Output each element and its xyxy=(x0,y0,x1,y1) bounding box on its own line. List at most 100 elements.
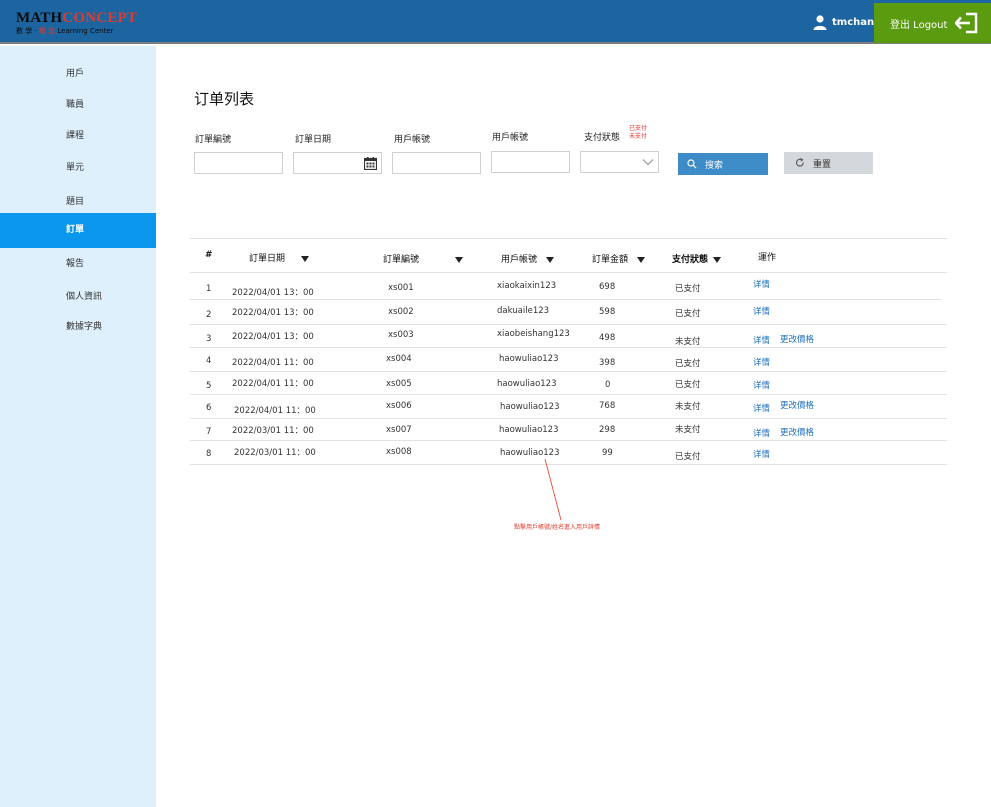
search-button[interactable]: 搜索 xyxy=(678,153,768,175)
account-input-1[interactable] xyxy=(392,152,481,174)
cell-account[interactable]: xiaokaixin123 xyxy=(497,281,556,291)
user-icon xyxy=(813,15,827,30)
cell-num: 6 xyxy=(206,403,212,413)
sidebar-item-dictionary[interactable]: 數據字典 xyxy=(0,317,156,337)
col-header-date[interactable]: 訂單日期 xyxy=(249,251,310,264)
cell-order: xs005 xyxy=(386,379,412,389)
cell-status: 已支付 xyxy=(675,359,701,369)
change-price-link[interactable]: 更改價格 xyxy=(780,426,814,438)
cell-amount: 0 xyxy=(605,380,611,390)
sidebar-item-units[interactable]: 單元 xyxy=(0,158,156,178)
cell-order: xs006 xyxy=(386,401,412,411)
sort-arrow-icon[interactable] xyxy=(637,256,646,263)
cell-status: 已支付 xyxy=(675,284,701,294)
sort-arrow-icon[interactable] xyxy=(455,256,464,263)
cell-order: xs003 xyxy=(388,330,414,340)
row-divider xyxy=(190,440,947,441)
sidebar-item-users[interactable]: 用戶 xyxy=(0,64,156,84)
change-price-link[interactable]: 更改價格 xyxy=(780,399,814,411)
reset-button[interactable]: 重置 xyxy=(784,152,873,174)
cell-account[interactable]: dakuaile123 xyxy=(497,306,549,316)
details-link[interactable]: 详情 xyxy=(753,448,770,460)
details-link[interactable]: 详情 xyxy=(753,402,770,414)
pay-status-select[interactable] xyxy=(580,151,659,173)
search-button-label: 搜索 xyxy=(705,160,724,171)
cell-date: 2022/03/01 11：00 xyxy=(232,426,314,436)
cell-status: 已支付 xyxy=(675,309,701,319)
col-header-account[interactable]: 用戶帳號 xyxy=(501,252,555,265)
row-divider xyxy=(190,371,947,372)
col-header-status[interactable]: 支付狀態 xyxy=(672,252,722,265)
row-divider xyxy=(190,272,947,273)
sidebar-item-questions[interactable]: 題目 xyxy=(0,192,156,212)
col-header-account-text: 用戶帳號 xyxy=(501,255,538,265)
cell-date: 2022/04/01 11：00 xyxy=(232,358,314,368)
account-input-2[interactable] xyxy=(491,151,570,173)
order-no-input[interactable] xyxy=(194,152,283,174)
details-link[interactable]: 详情 xyxy=(753,427,770,439)
cell-num: 1 xyxy=(206,284,212,294)
sidebar-item-profile[interactable]: 個人資訊 xyxy=(0,287,156,307)
search-icon xyxy=(687,159,697,169)
details-link[interactable]: 详情 xyxy=(753,379,770,391)
cell-status: 未支付 xyxy=(675,402,701,412)
logo-sub-red: 概 念 xyxy=(38,27,56,35)
logout-button[interactable]: 登出 Logout xyxy=(874,3,991,43)
col-header-order[interactable]: 訂單編號 xyxy=(383,252,464,265)
order-date-input[interactable] xyxy=(293,152,382,174)
details-link[interactable]: 详情 xyxy=(753,334,770,346)
pay-status-options-note: 已支付 未支付 xyxy=(629,125,647,141)
option-paid: 已支付 xyxy=(629,125,648,132)
page-title: 订单列表 xyxy=(194,90,255,108)
sort-arrow-icon[interactable] xyxy=(301,255,310,262)
cell-status: 未支付 xyxy=(675,337,701,347)
exit-icon xyxy=(955,12,978,34)
account-label-2: 用戶帳號 xyxy=(492,133,529,143)
row-divider xyxy=(190,299,941,300)
cell-status: 已支付 xyxy=(675,380,701,390)
row-divider xyxy=(190,418,947,419)
details-link[interactable]: 详情 xyxy=(753,278,770,290)
cell-order: xs008 xyxy=(386,447,412,457)
logo-subtitle: 數 學 · 概 念 Learning Center xyxy=(16,27,137,36)
cell-amount: 768 xyxy=(599,401,616,411)
cell-order: xs002 xyxy=(388,307,414,317)
cell-account[interactable]: haowuliao123 xyxy=(497,379,557,389)
user-menu[interactable]: tmchan xyxy=(812,14,874,30)
col-header-date-text: 訂單日期 xyxy=(249,254,286,264)
details-link[interactable]: 详情 xyxy=(753,356,770,368)
username: tmchan xyxy=(832,16,875,28)
math-concept-logo[interactable]: MATHCONCEPT 數 學 · 概 念 Learning Center xyxy=(16,11,137,36)
cell-account[interactable]: xiaobeishang123 xyxy=(497,329,570,339)
sidebar-item-courses[interactable]: 課程 xyxy=(0,126,156,146)
details-link[interactable]: 详情 xyxy=(753,305,770,317)
logo-sub-a: 數 學 · xyxy=(16,27,39,35)
logo-wordmark: MATHCONCEPT xyxy=(16,11,137,26)
col-header-order-text: 訂單編號 xyxy=(383,255,420,265)
cell-date: 2022/03/01 11：00 xyxy=(234,448,316,458)
col-header-amount[interactable]: 訂單金額 xyxy=(592,252,646,265)
row-divider xyxy=(190,464,947,465)
sidebar-nav: 用戶 職員 課程 單元 題目 訂單 報告 個人資訊 數據字典 xyxy=(0,46,156,807)
cell-account[interactable]: haowuliao123 xyxy=(499,354,559,364)
cell-num: 7 xyxy=(206,427,212,437)
chevron-down-icon xyxy=(642,159,654,166)
change-price-link[interactable]: 更改價格 xyxy=(780,333,814,345)
sidebar-item-reports[interactable]: 報告 xyxy=(0,254,156,274)
sort-arrow-icon[interactable] xyxy=(713,256,722,263)
cell-account[interactable]: haowuliao123 xyxy=(499,425,559,435)
sort-arrow-icon[interactable] xyxy=(546,256,555,263)
cell-num: 2 xyxy=(206,310,212,320)
sidebar-item-staff[interactable]: 職員 xyxy=(0,95,156,115)
cell-order: xs001 xyxy=(388,283,414,293)
cell-amount: 598 xyxy=(599,307,616,317)
calendar-icon[interactable] xyxy=(364,157,377,170)
logout-label: 登出 Logout xyxy=(890,19,948,31)
sidebar-item-orders[interactable]: 訂單 xyxy=(0,213,156,248)
cell-amount: 498 xyxy=(599,333,616,343)
cell-date: 2022/04/01 13：00 xyxy=(232,332,314,342)
logo-sub-b: Learning Center xyxy=(55,27,114,35)
cell-account[interactable]: haowuliao123 xyxy=(500,448,560,458)
cell-account[interactable]: haowuliao123 xyxy=(500,402,560,412)
col-header-actions: 運作 xyxy=(758,253,777,263)
